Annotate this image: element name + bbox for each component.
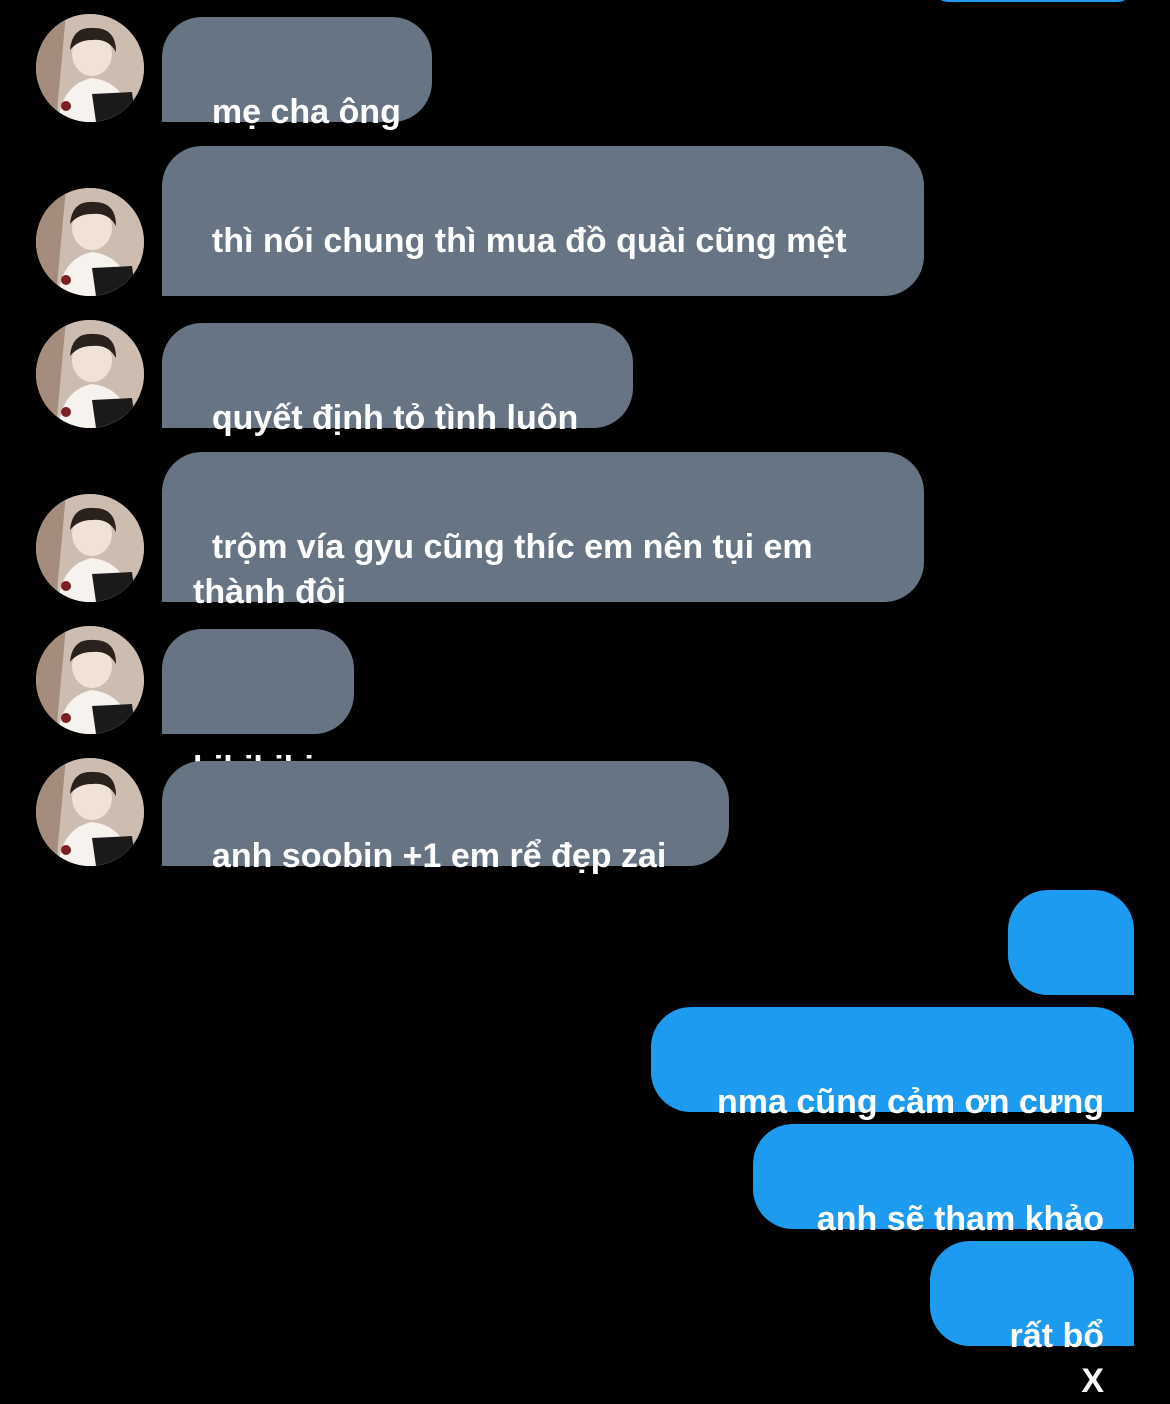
incoming-message-bubble[interactable]: thì nói chung thì mua đồ quài cũng mệt (162, 146, 924, 296)
contact-avatar[interactable] (36, 494, 144, 602)
outgoing-message-bubble[interactable]: ncc (1008, 890, 1134, 1049)
message-text: anh sẽ tham khảo (816, 1200, 1104, 1238)
message-text: quyết định tỏ tình luôn (211, 399, 579, 437)
message-text: anh soobin +1 em rể đẹp zai (211, 837, 667, 875)
incoming-message-bubble[interactable]: hihihihi (162, 629, 354, 788)
contact-avatar[interactable] (36, 14, 144, 122)
outgoing-message-bubble[interactable]: nma cũng cảm ơn cưng (651, 1007, 1134, 1121)
contact-avatar-photo (36, 494, 144, 602)
message-text: trộm vía gyu cũng thíc em nên tụi em thà… (193, 528, 823, 611)
message-text: thì nói chung thì mua đồ quài cũng mệt (211, 222, 847, 260)
incoming-message-bubble[interactable]: trộm vía gyu cũng thíc em nên tụi em thà… (162, 452, 924, 611)
previous-outgoing-bubble-edge (934, 0, 1132, 2)
contact-avatar-photo (36, 188, 144, 296)
contact-avatar-photo (36, 14, 144, 122)
message-text: nma cũng cảm ơn cưng (717, 1083, 1104, 1121)
outgoing-message-bubble[interactable]: anh sẽ tham khảo (753, 1124, 1134, 1238)
message-text: mẹ cha ông (211, 93, 401, 131)
incoming-message-bubble[interactable]: mẹ cha ông (162, 17, 432, 131)
contact-avatar[interactable] (36, 758, 144, 866)
contact-avatar-photo (36, 320, 144, 428)
outgoing-message-bubble[interactable]: rất bổ X (930, 1241, 1134, 1400)
contact-avatar[interactable] (36, 626, 144, 734)
contact-avatar[interactable] (36, 188, 144, 296)
incoming-message-bubble[interactable]: quyết định tỏ tình luôn (162, 323, 633, 437)
contact-avatar-photo (36, 626, 144, 734)
incoming-message-bubble[interactable]: anh soobin +1 em rể đẹp zai (162, 761, 729, 875)
message-text: rất bổ X (1009, 1317, 1114, 1400)
contact-avatar[interactable] (36, 320, 144, 428)
contact-avatar-photo (36, 758, 144, 866)
